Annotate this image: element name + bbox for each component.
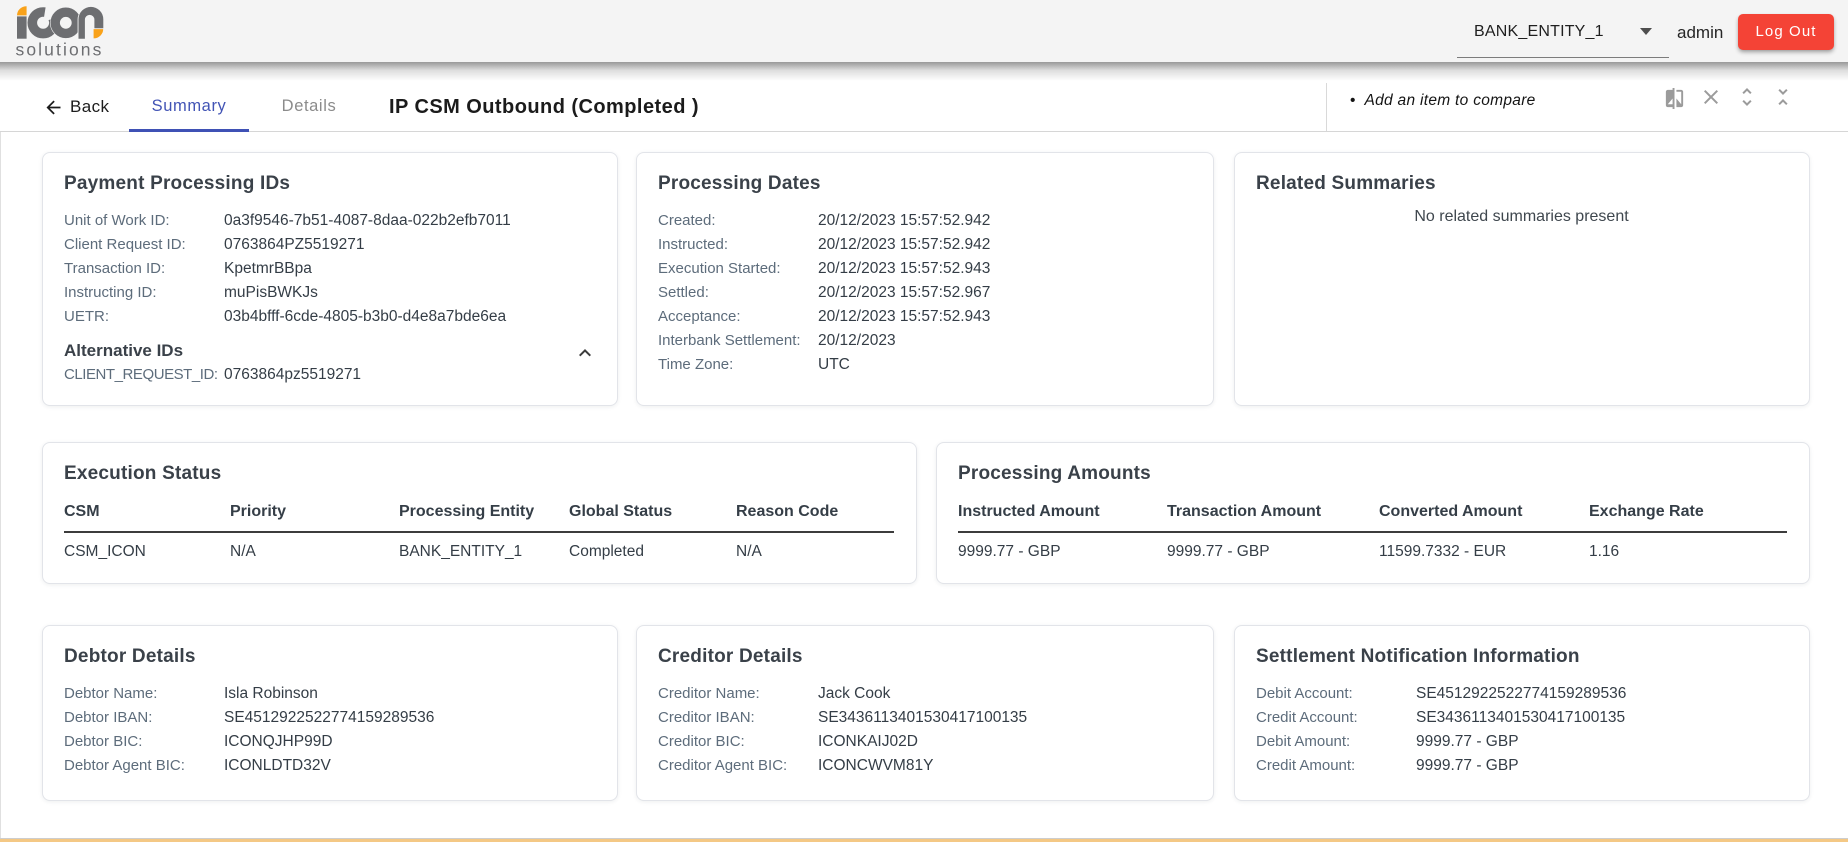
- svg-text:solutions: solutions: [16, 40, 103, 60]
